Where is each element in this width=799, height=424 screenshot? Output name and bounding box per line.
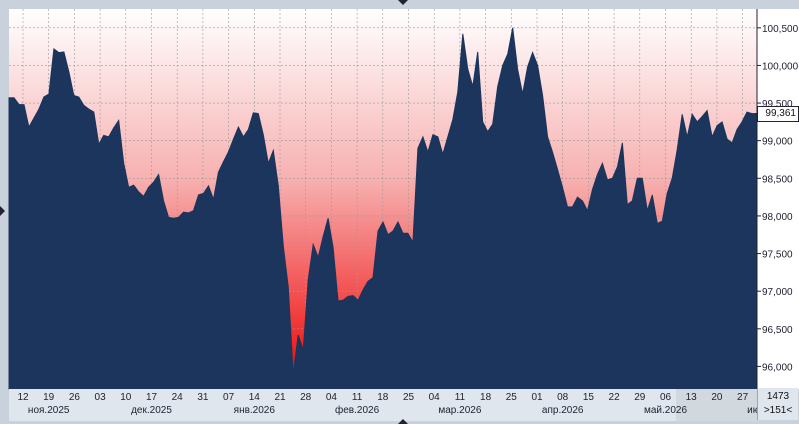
chart-canvas: 100,500100,00099,50099,00098,50098,00097… [8, 9, 799, 421]
x-tick-label: 18 [377, 392, 389, 403]
y-tick-label: 96,500 [762, 325, 793, 336]
x-month-label: фев.2026 [335, 404, 380, 416]
x-tick-label: 14 [249, 392, 261, 403]
y-tick-label: 97,500 [762, 250, 793, 261]
x-tick-label: 04 [326, 392, 338, 403]
y-tick-label: 100,000 [762, 61, 799, 72]
x-month-label: апр.2026 [542, 405, 584, 416]
x-tick-label: 11 [455, 392, 466, 403]
x-tick-label: 18 [480, 392, 492, 403]
chart-frame: 100,500100,00099,50099,00098,50098,00097… [0, 0, 799, 424]
left-marker-icon[interactable] [0, 206, 5, 216]
x-tick-label: 10 [120, 392, 132, 403]
counter-top: 1473 [766, 391, 790, 402]
y-tick-label: 98,000 [762, 212, 793, 223]
x-tick-label: 19 [43, 392, 55, 403]
x-tick-label: 07 [223, 392, 235, 403]
x-tick-label: 03 [95, 392, 107, 403]
x-tick-label: 01 [531, 392, 543, 403]
x-month-label: ноя.2025 [28, 405, 70, 416]
x-tick-label: 15 [583, 392, 595, 403]
x-month-label: мар.2026 [438, 405, 481, 416]
x-tick-label: 25 [506, 392, 518, 403]
y-tick-label: 99,000 [762, 137, 793, 148]
x-month-label: янв.2026 [234, 405, 276, 416]
x-tick-label: 25 [403, 392, 415, 403]
top-marker-icon[interactable] [398, 0, 408, 5]
x-tick-label: 04 [429, 392, 441, 403]
counter-bottom: >151< [763, 405, 793, 416]
x-tick-label: 12 [17, 392, 29, 403]
y-tick-label: 96,000 [762, 362, 793, 373]
x-tick-label: 29 [634, 392, 646, 403]
x-tick-label: 08 [557, 392, 569, 403]
last-price-badge: 99,361 [757, 105, 799, 122]
x-tick-label: 20 [711, 392, 723, 403]
y-tick-label: 98,500 [762, 174, 793, 185]
x-tick-label: 26 [69, 392, 81, 403]
y-tick-label: 100,500 [762, 24, 799, 35]
x-month-label: дек.2025 [131, 405, 172, 416]
x-tick-label: 11 [352, 392, 363, 403]
counter-box: 1473 >151< [757, 388, 798, 420]
x-tick-label: 13 [686, 392, 698, 403]
bottom-marker-icon[interactable] [398, 419, 408, 424]
x-tick-label: 22 [609, 392, 621, 403]
x-tick-label: 24 [172, 392, 184, 403]
x-tick-label: 28 [300, 392, 312, 403]
x-tick-label: 06 [660, 392, 672, 403]
x-tick-label: 21 [274, 392, 286, 403]
x-tick-label: 27 [737, 392, 749, 403]
x-month-label: май.2026 [644, 405, 687, 416]
y-tick-label: 97,000 [762, 287, 793, 298]
x-tick-label: 31 [197, 392, 209, 403]
x-tick-label: 17 [146, 392, 158, 403]
